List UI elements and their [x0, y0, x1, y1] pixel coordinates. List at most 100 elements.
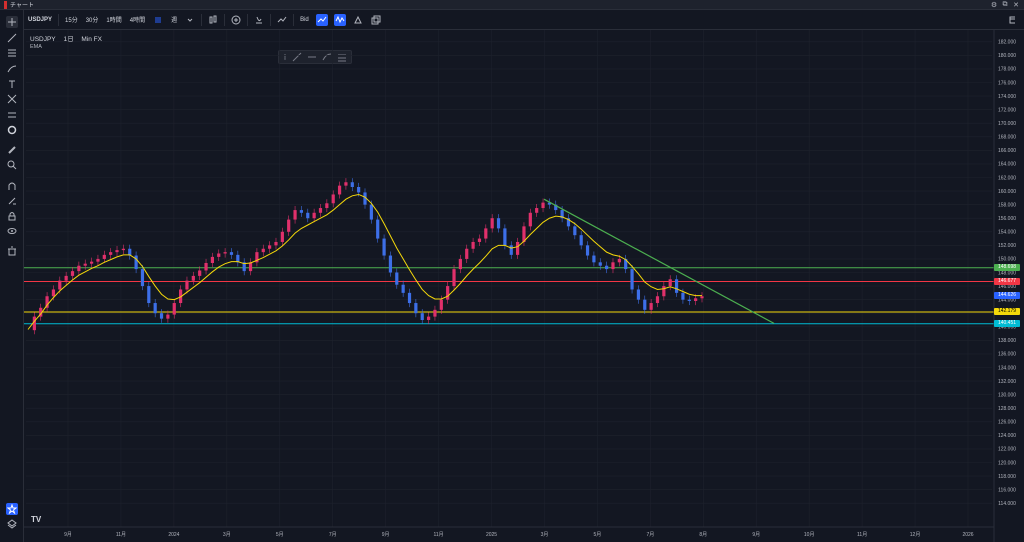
candle-body	[331, 194, 335, 204]
candle-body	[159, 313, 164, 319]
candle-body	[198, 270, 202, 276]
add-indicator-icon[interactable]	[230, 14, 242, 26]
candle-body	[287, 219, 291, 232]
y-tick-label: 148.000	[998, 270, 1016, 276]
y-tick-label: 126.000	[998, 420, 1016, 426]
title-bar: チャート ⚙ ⧉ ✕	[0, 0, 1024, 10]
crosshair-icon[interactable]	[6, 16, 18, 28]
candle-body	[541, 202, 545, 209]
trend-line-icon[interactable]	[6, 32, 18, 44]
layers-icon[interactable]	[6, 518, 18, 530]
drawing-tools-sidebar	[0, 10, 24, 542]
close-icon[interactable]: ✕	[1012, 1, 1020, 9]
candle-style-icon[interactable]	[207, 14, 219, 26]
candle-body	[51, 289, 56, 297]
candle-body	[229, 252, 234, 255]
fib-icon[interactable]	[6, 47, 18, 59]
candle-body	[102, 254, 106, 259]
candle-body	[77, 265, 81, 272]
x-tick-label: 8月	[699, 532, 707, 538]
line-chart-icon[interactable]	[315, 13, 328, 26]
compare-icon[interactable]	[276, 14, 288, 26]
x-tick-label: 12月	[910, 532, 921, 538]
zoom-icon[interactable]	[6, 159, 18, 171]
candle-body	[655, 296, 660, 304]
interval-4h[interactable]: 4時間	[126, 10, 149, 30]
chevron-down-icon[interactable]	[184, 14, 196, 26]
candle-body	[293, 210, 297, 220]
candle-body	[140, 269, 145, 287]
eye-icon[interactable]	[6, 225, 18, 237]
text-icon[interactable]	[6, 78, 18, 90]
y-tick-label: 162.000	[998, 175, 1016, 181]
y-tick-label: 118.000	[998, 474, 1016, 480]
indicators-icon[interactable]	[253, 14, 265, 26]
candle-body	[350, 182, 354, 187]
price-tag: 140.451	[994, 320, 1020, 328]
candle-body	[401, 284, 405, 293]
candle-body	[153, 303, 157, 314]
bid-toggle[interactable]: Bid	[296, 10, 313, 30]
candle-body	[496, 218, 501, 229]
brush-icon[interactable]	[6, 63, 18, 75]
interval-30m[interactable]: 30分	[82, 10, 103, 30]
x-tick-label: 11月	[857, 532, 867, 538]
candle-body	[636, 289, 641, 300]
candle-body	[446, 286, 450, 300]
fullscreen-icon[interactable]	[1009, 14, 1021, 26]
candle-body	[172, 303, 176, 315]
price-chart[interactable]: 182.000 180.000 178.000 176.000 174.000 172.0…	[24, 30, 1024, 542]
alert-icon[interactable]	[352, 14, 364, 26]
interval-15m[interactable]: 15分	[61, 10, 82, 30]
candle-body	[280, 231, 284, 242]
wave-chart-icon[interactable]	[333, 13, 346, 26]
x-tick-label: 9月	[64, 532, 72, 538]
prediction-icon[interactable]	[6, 109, 18, 121]
y-tick-label: 168.000	[998, 135, 1016, 141]
interval-color-icon[interactable]	[152, 14, 164, 26]
candle-body	[261, 248, 265, 253]
x-tick-label: 11月	[433, 532, 443, 538]
y-tick-label: 172.000	[998, 107, 1016, 113]
trash-icon[interactable]	[6, 245, 18, 257]
y-tick-label: 124.000	[998, 433, 1016, 439]
x-tick-label: 7月	[329, 532, 337, 538]
y-tick-label: 170.000	[998, 121, 1016, 127]
lock-icon[interactable]	[6, 210, 18, 222]
star-icon[interactable]	[6, 503, 18, 515]
draw-mode-icon[interactable]	[6, 195, 18, 207]
candle-body	[191, 275, 195, 281]
settings-icon[interactable]: ⚙	[990, 1, 998, 9]
x-tick-label: 11月	[116, 532, 126, 538]
shape-icon[interactable]	[6, 124, 18, 136]
tradingview-logo: TV	[31, 515, 42, 524]
x-tick-label: 2026	[962, 532, 973, 538]
candle-body	[433, 309, 437, 317]
candle-body	[96, 258, 100, 262]
y-tick-label: 130.000	[998, 392, 1016, 398]
candle-body	[83, 263, 87, 266]
price-tag: 142.179	[994, 308, 1020, 316]
candle-body	[439, 299, 443, 310]
candle-body	[369, 204, 373, 220]
top-toolbar: USDJPY 15分 30分 1時間 4時間 週 Bid	[0, 10, 1024, 30]
candle-body	[573, 226, 577, 236]
candle-body	[217, 253, 221, 257]
layout-icon[interactable]	[370, 14, 382, 26]
candle-body	[64, 275, 68, 281]
candle-body	[649, 303, 653, 310]
timeframe-dropdown[interactable]: 週	[167, 10, 181, 30]
y-tick-label: 116.000	[998, 487, 1016, 493]
y-tick-label: 120.000	[998, 460, 1016, 466]
popout-icon[interactable]: ⧉	[1001, 1, 1009, 9]
pattern-icon[interactable]	[6, 93, 18, 105]
magnet-icon[interactable]	[6, 180, 18, 192]
candle-body	[528, 212, 532, 227]
price-tag: 146.677	[994, 277, 1020, 285]
x-tick-label: 9月	[382, 532, 390, 538]
candle-body	[337, 185, 342, 195]
interval-1h[interactable]: 1時間	[102, 10, 125, 30]
y-tick-label: 156.000	[998, 216, 1016, 222]
y-tick-label: 182.000	[998, 40, 1016, 46]
ruler-icon[interactable]	[6, 144, 18, 156]
